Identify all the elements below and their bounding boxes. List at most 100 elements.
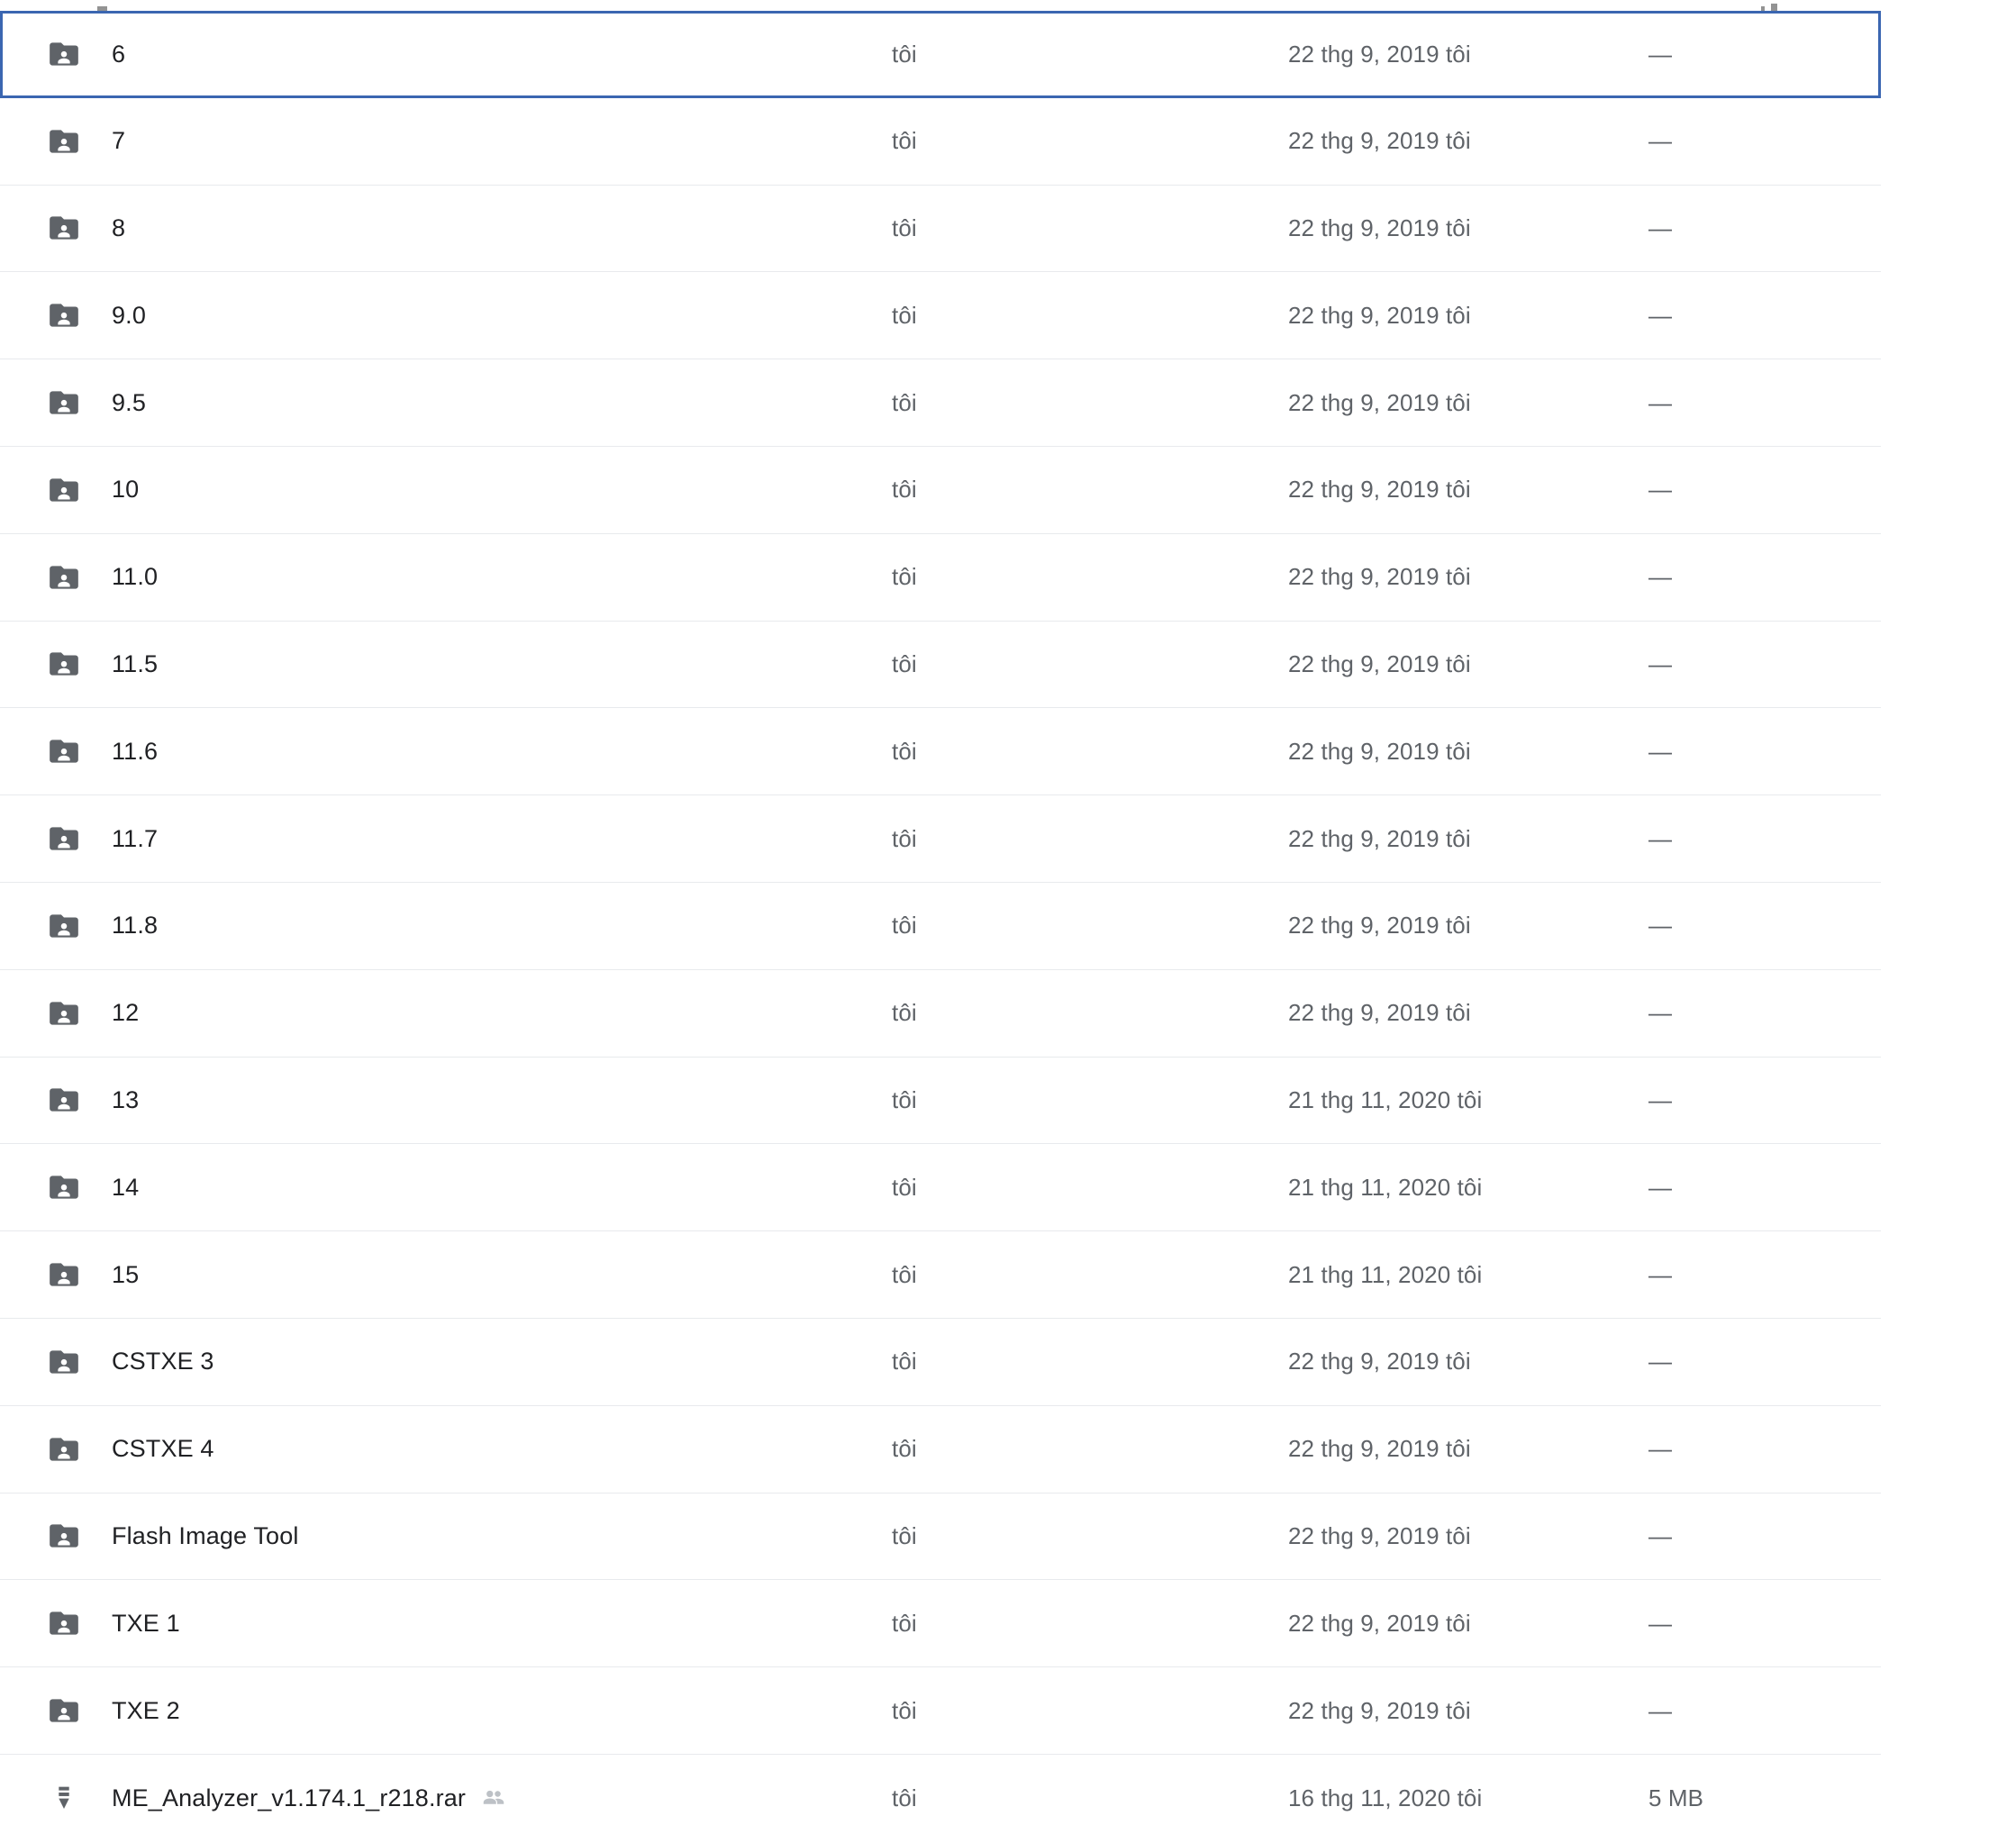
table-row[interactable]: CSTXE 3 tôi 22 thg 9, 2019 tôi — [0,1318,1881,1406]
shared-folder-icon [47,211,81,245]
file-name-cell[interactable]: ME_Analyzer_v1.174.1_r218.rar [0,1781,892,1815]
table-row[interactable]: 14 tôi 21 thg 11, 2020 tôi — [0,1144,1881,1232]
file-size-cell: — [1648,1696,1673,1724]
file-modified-cell: 22 thg 9, 2019 tôi [1288,127,1471,155]
table-row[interactable]: 10 tôi 22 thg 9, 2019 tôi — [0,446,1881,534]
file-size-cell: — [1648,1260,1673,1288]
file-name-label: TXE 1 [112,1609,180,1637]
file-name-cell[interactable]: 12 [0,996,892,1030]
shared-folder-icon [47,996,81,1030]
file-name-cell[interactable]: 10 [0,473,892,507]
file-size-cell: — [1648,476,1673,504]
shared-folder-icon [47,560,81,595]
file-name-label: 15 [112,1260,140,1288]
file-name-cell[interactable]: 11.6 [0,734,892,768]
file-name-cell[interactable]: 8 [0,211,892,245]
file-name-cell[interactable]: 15 [0,1257,892,1292]
table-row[interactable]: 9.5 tôi 22 thg 9, 2019 tôi — [0,359,1881,447]
file-modified-cell: 22 thg 9, 2019 tôi [1288,824,1471,852]
table-row[interactable]: 6 tôi 22 thg 9, 2019 tôi — [0,11,1881,98]
file-owner-cell: tôi [892,1260,917,1288]
file-name-label: 13 [112,1085,140,1113]
file-owner-cell: tôi [892,1696,917,1724]
file-owner-cell: tôi [892,301,917,329]
table-row[interactable]: ME_Analyzer_v1.174.1_r218.rar tôi 16 thg … [0,1754,1881,1842]
file-owner-cell: tôi [892,1609,917,1637]
file-name-cell[interactable]: TXE 2 [0,1693,892,1728]
file-name-label: 14 [112,1173,140,1201]
file-size-cell: — [1648,1435,1673,1463]
shared-folder-icon [47,1257,81,1292]
file-name-cell[interactable]: 11.7 [0,822,892,856]
table-row[interactable]: 11.0 tôi 22 thg 9, 2019 tôi — [0,533,1881,622]
table-row[interactable]: 9.0 tôi 22 thg 9, 2019 tôi — [0,272,1881,360]
file-name-label: TXE 2 [112,1696,180,1724]
file-name-cell[interactable]: 11.5 [0,647,892,681]
file-owner-cell: tôi [892,737,917,765]
file-name-label: 11.0 [112,563,159,591]
file-owner-cell: tôi [892,127,917,155]
table-row[interactable]: Flash Image Tool tôi 22 thg 9, 2019 tôi — [0,1493,1881,1581]
file-modified-cell: 21 thg 11, 2020 tôi [1288,1085,1483,1113]
file-name-cell[interactable]: 14 [0,1170,892,1204]
file-name-label: Flash Image Tool [112,1521,299,1549]
table-row[interactable]: 11.6 tôi 22 thg 9, 2019 tôi — [0,708,1881,796]
file-name-cell[interactable]: CSTXE 4 [0,1432,892,1466]
table-row[interactable]: CSTXE 4 tôi 22 thg 9, 2019 tôi — [0,1405,1881,1493]
file-size-cell: — [1648,737,1673,765]
file-size-cell: — [1648,1173,1673,1201]
file-size-cell: — [1648,1348,1673,1375]
file-size-cell: — [1648,301,1673,329]
file-list: 6 tôi 22 thg 9, 2019 tôi — 7 tôi 22 thg 9, 20… [0,0,1881,1842]
file-size-cell: — [1648,213,1673,241]
file-owner-cell: tôi [892,1784,917,1811]
file-owner-cell: tôi [892,1521,917,1549]
file-owner-cell: tôi [892,1173,917,1201]
file-name-cell[interactable]: 11.0 [0,560,892,595]
file-modified-cell: 22 thg 9, 2019 tôi [1288,1521,1471,1549]
file-name-cell[interactable]: Flash Image Tool [0,1519,892,1553]
shared-folder-icon [47,1345,81,1379]
file-owner-cell: tôi [892,388,917,416]
file-name-label: 10 [112,476,140,504]
file-modified-cell: 22 thg 9, 2019 tôi [1288,649,1471,677]
file-name-cell[interactable]: 13 [0,1083,892,1117]
file-name-cell[interactable]: CSTXE 3 [0,1345,892,1379]
table-row[interactable]: 7 tôi 22 thg 9, 2019 tôi — [0,97,1881,186]
table-row[interactable]: 15 tôi 21 thg 11, 2020 tôi — [0,1231,1881,1319]
file-name-cell[interactable]: TXE 1 [0,1606,892,1640]
file-owner-cell: tôi [892,1348,917,1375]
file-name-cell[interactable]: 9.0 [0,298,892,332]
table-row[interactable]: 11.7 tôi 22 thg 9, 2019 tôi — [0,795,1881,883]
table-row[interactable]: TXE 1 tôi 22 thg 9, 2019 tôi — [0,1580,1881,1668]
shared-people-icon [480,1784,507,1811]
file-name-cell[interactable]: 6 [3,37,894,71]
clipped-text-fragment [1771,4,1777,11]
file-size-cell: — [1648,40,1673,68]
shared-folder-icon [47,909,81,943]
file-owner-cell: tôi [892,1435,917,1463]
table-row[interactable]: 11.5 tôi 22 thg 9, 2019 tôi — [0,621,1881,709]
file-modified-cell: 16 thg 11, 2020 tôi [1288,1784,1483,1811]
file-name-cell[interactable]: 9.5 [0,386,892,420]
file-name-label: 9.0 [112,301,146,329]
table-row[interactable]: 8 tôi 22 thg 9, 2019 tôi — [0,185,1881,273]
shared-folder-icon [47,124,81,159]
file-name-label: 11.8 [112,912,159,940]
file-name-cell[interactable]: 11.8 [0,909,892,943]
file-modified-cell: 22 thg 9, 2019 tôi [1288,737,1471,765]
file-modified-cell: 22 thg 9, 2019 tôi [1288,912,1471,940]
file-owner-cell: tôi [892,476,917,504]
file-name-cell[interactable]: 7 [0,124,892,159]
file-name-label: 11.5 [112,649,159,677]
file-name-label: 9.5 [112,388,146,416]
table-row[interactable]: 11.8 tôi 22 thg 9, 2019 tôi — [0,882,1881,970]
table-row[interactable]: 12 tôi 22 thg 9, 2019 tôi — [0,969,1881,1058]
file-modified-cell: 22 thg 9, 2019 tôi [1288,563,1471,591]
archive-file-icon [47,1781,81,1815]
file-size-cell: — [1648,563,1673,591]
file-size-cell: — [1648,999,1673,1027]
shared-folder-icon [47,1432,81,1466]
table-row[interactable]: TXE 2 tôi 22 thg 9, 2019 tôi — [0,1667,1881,1755]
table-row[interactable]: 13 tôi 21 thg 11, 2020 tôi — [0,1057,1881,1145]
